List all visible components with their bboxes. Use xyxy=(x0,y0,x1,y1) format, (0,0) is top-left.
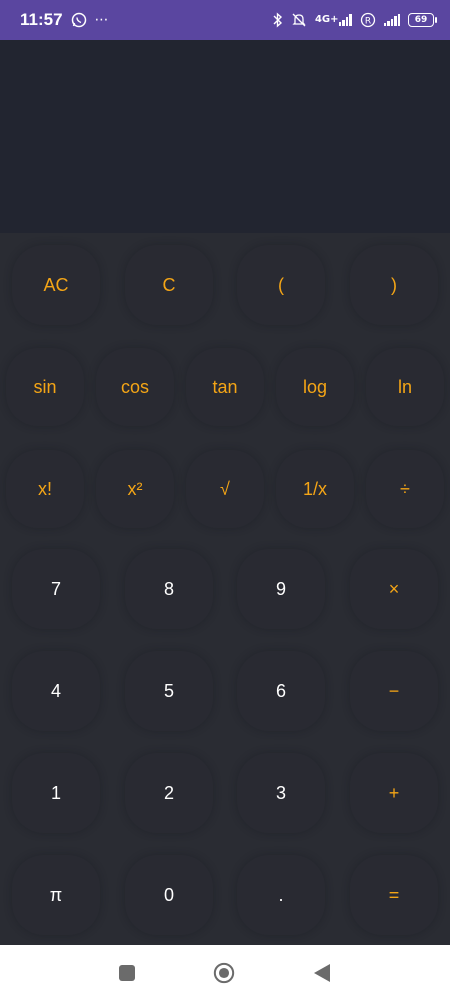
status-bar-right: 4G+ R 69 xyxy=(273,12,437,28)
bell-off-icon xyxy=(291,12,307,28)
decimal-button[interactable]: . xyxy=(237,855,325,935)
home-icon[interactable] xyxy=(213,962,235,984)
clear-button[interactable]: C xyxy=(125,245,213,325)
roaming-icon: R xyxy=(360,12,376,28)
battery-icon: 69 xyxy=(408,13,437,27)
digit-6-button[interactable]: 6 xyxy=(237,651,325,731)
all-clear-button[interactable]: AC xyxy=(12,245,100,325)
signal-icon xyxy=(338,14,352,26)
keypad: AC C ( ) sin cos tan log ln x! x² √ 1/x … xyxy=(0,233,450,945)
network-label: 4G+ xyxy=(314,14,339,25)
status-bar-left: 11:57 ⋯ xyxy=(20,10,109,30)
more-icon: ⋯ xyxy=(94,12,109,28)
sin-button[interactable]: sin xyxy=(6,348,84,426)
equals-button[interactable]: = xyxy=(350,855,438,935)
sqrt-button[interactable]: √ xyxy=(186,450,264,528)
cos-button[interactable]: cos xyxy=(96,348,174,426)
divide-button[interactable]: ÷ xyxy=(366,450,444,528)
bluetooth-icon xyxy=(273,12,283,28)
add-button[interactable]: + xyxy=(350,753,438,833)
factorial-button[interactable]: x! xyxy=(6,450,84,528)
digit-1-button[interactable]: 1 xyxy=(12,753,100,833)
multiply-button[interactable]: × xyxy=(350,549,438,629)
network-indicator: 4G+ xyxy=(315,14,352,26)
square-button[interactable]: x² xyxy=(96,450,174,528)
tan-button[interactable]: tan xyxy=(186,348,264,426)
digit-2-button[interactable]: 2 xyxy=(125,753,213,833)
digit-8-button[interactable]: 8 xyxy=(125,549,213,629)
reciprocal-button[interactable]: 1/x xyxy=(276,450,354,528)
subtract-button[interactable]: − xyxy=(350,651,438,731)
svg-text:R: R xyxy=(364,17,370,27)
close-paren-button[interactable]: ) xyxy=(350,245,438,325)
log-button[interactable]: log xyxy=(276,348,354,426)
digit-3-button[interactable]: 3 xyxy=(237,753,325,833)
recents-icon[interactable] xyxy=(116,962,138,984)
battery-level: 69 xyxy=(414,15,428,25)
signal-icon xyxy=(383,14,400,26)
digit-4-button[interactable]: 4 xyxy=(12,651,100,731)
digit-0-button[interactable]: 0 xyxy=(125,855,213,935)
whatsapp-icon xyxy=(71,12,87,28)
digit-7-button[interactable]: 7 xyxy=(12,549,100,629)
back-icon[interactable] xyxy=(311,962,333,984)
open-paren-button[interactable]: ( xyxy=(237,245,325,325)
pi-button[interactable]: π xyxy=(12,855,100,935)
digit-5-button[interactable]: 5 xyxy=(125,651,213,731)
navigation-bar xyxy=(0,945,450,1000)
status-bar: 11:57 ⋯ 4G+ R 69 xyxy=(0,0,450,40)
clock: 11:57 xyxy=(20,10,63,29)
calculator-display xyxy=(0,40,450,233)
digit-9-button[interactable]: 9 xyxy=(237,549,325,629)
ln-button[interactable]: ln xyxy=(366,348,444,426)
